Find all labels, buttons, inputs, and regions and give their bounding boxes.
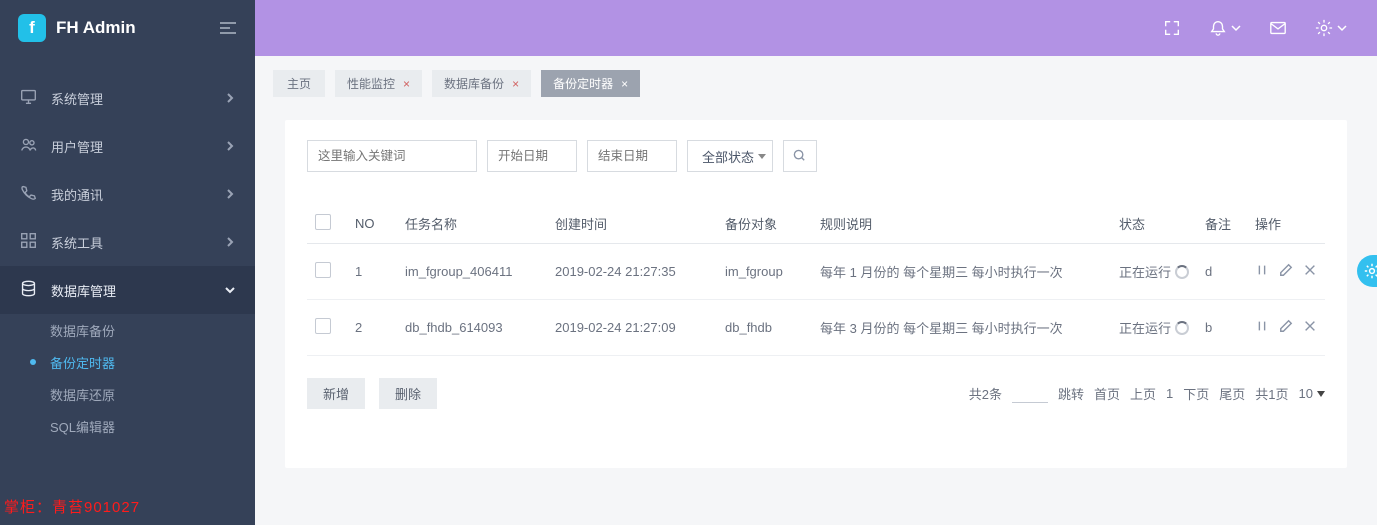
fullscreen-icon[interactable] [1163, 19, 1181, 37]
tab-home[interactable]: 主页 [273, 70, 325, 97]
chevron-right-icon [225, 139, 235, 154]
sidebar-sub-backup-timer[interactable]: 备份定时器 [0, 346, 255, 378]
content-area: 全部状态 NO 任务名称 创建时间 备份对象 规则说明 状态 [255, 102, 1377, 468]
brand: f FH Admin [0, 0, 255, 56]
chevron-down-icon [1317, 391, 1325, 397]
sidebar-item-label: 系统管理 [51, 89, 103, 108]
sidebar: f FH Admin 系统管理 用户管理 我的通讯 [0, 0, 255, 525]
pager-pages: 共1页 [1255, 384, 1288, 403]
sidebar-item-database[interactable]: 数据库管理 [0, 266, 255, 314]
delete-icon[interactable] [1303, 263, 1317, 280]
edit-icon[interactable] [1279, 263, 1293, 280]
pager-prev[interactable]: 上页 [1130, 384, 1156, 403]
search-icon [793, 149, 807, 163]
brand-title: FH Admin [56, 18, 136, 38]
col-created: 创建时间 [547, 204, 717, 244]
chevron-right-icon [225, 235, 235, 250]
sidebar-item-label: 系统工具 [51, 233, 103, 252]
filter-bar: 全部状态 [307, 140, 1325, 172]
pause-icon[interactable] [1255, 319, 1269, 336]
tasks-table: NO 任务名称 创建时间 备份对象 规则说明 状态 备注 操作 1 im_fg [307, 204, 1325, 356]
col-target: 备份对象 [717, 204, 812, 244]
settings-icon[interactable] [1315, 19, 1347, 37]
monitor-icon [20, 88, 37, 108]
database-icon [20, 280, 37, 300]
status-running: 正在运行 [1119, 262, 1189, 281]
pager-jump-input[interactable] [1012, 385, 1048, 403]
card: 全部状态 NO 任务名称 创建时间 备份对象 规则说明 状态 [285, 120, 1347, 468]
shopkeeper-label: 掌柜：青苔901027 [0, 496, 140, 517]
close-icon[interactable]: × [621, 77, 628, 91]
pause-icon[interactable] [1255, 263, 1269, 280]
pagination: 共2条 跳转 首页 上页 1 下页 尾页 共1页 10 [969, 384, 1325, 403]
brand-logo: f [18, 14, 46, 42]
sidebar-item-label: 数据库管理 [51, 281, 116, 300]
chevron-down-icon [225, 283, 235, 298]
col-remark: 备注 [1197, 204, 1247, 244]
sidebar-sub-db-restore[interactable]: 数据库还原 [0, 378, 255, 410]
delete-icon[interactable] [1303, 319, 1317, 336]
spinner-icon [1175, 265, 1189, 279]
tabs-bar: 主页 性能监控× 数据库备份× 备份定时器× [255, 56, 1377, 97]
search-button[interactable] [783, 140, 817, 172]
pager-last[interactable]: 尾页 [1219, 384, 1245, 403]
sidebar-sub-sql-editor[interactable]: SQL编辑器 [0, 410, 255, 442]
status-running: 正在运行 [1119, 318, 1189, 337]
menu-toggle-icon[interactable] [219, 21, 237, 35]
edit-icon[interactable] [1279, 319, 1293, 336]
col-task: 任务名称 [397, 204, 547, 244]
pager-next[interactable]: 下页 [1183, 384, 1209, 403]
spinner-icon [1175, 321, 1189, 335]
row-checkbox[interactable] [315, 262, 331, 278]
table-row: 2 db_fhdb_614093 2019-02-24 21:27:09 db_… [307, 300, 1325, 356]
tab-performance[interactable]: 性能监控× [335, 70, 422, 97]
sidebar-item-system[interactable]: 系统管理 [0, 74, 255, 122]
grid-icon [20, 232, 37, 252]
phone-icon [20, 184, 37, 204]
keyword-input[interactable] [307, 140, 477, 172]
pager-first[interactable]: 首页 [1094, 384, 1120, 403]
pager-pagesize[interactable]: 10 [1299, 386, 1325, 401]
sidebar-item-users[interactable]: 用户管理 [0, 122, 255, 170]
sidebar-item-label: 用户管理 [51, 137, 103, 156]
table-row: 1 im_fgroup_406411 2019-02-24 21:27:35 i… [307, 244, 1325, 300]
pager-current: 1 [1166, 386, 1173, 401]
close-icon[interactable]: × [512, 77, 519, 91]
col-no: NO [347, 204, 397, 244]
row-checkbox[interactable] [315, 318, 331, 334]
topbar [255, 0, 1377, 56]
add-button[interactable]: 新增 [307, 378, 365, 409]
chevron-right-icon [225, 91, 235, 106]
col-rule: 规则说明 [812, 204, 1111, 244]
start-date-input[interactable] [487, 140, 577, 172]
end-date-input[interactable] [587, 140, 677, 172]
col-ops: 操作 [1247, 204, 1325, 244]
col-status: 状态 [1111, 204, 1197, 244]
tab-db-backup[interactable]: 数据库备份× [432, 70, 531, 97]
mail-icon[interactable] [1269, 19, 1287, 37]
sidebar-item-label: 我的通讯 [51, 185, 103, 204]
close-icon[interactable]: × [403, 77, 410, 91]
sidebar-sub-db-backup[interactable]: 数据库备份 [0, 314, 255, 346]
chevron-down-icon [758, 154, 766, 159]
select-all-checkbox[interactable] [315, 214, 331, 230]
notification-icon[interactable] [1209, 19, 1241, 37]
sidebar-item-contacts[interactable]: 我的通讯 [0, 170, 255, 218]
chevron-right-icon [225, 187, 235, 202]
status-select[interactable]: 全部状态 [687, 140, 773, 172]
pager-total: 共2条 [969, 384, 1002, 403]
sidebar-item-tools[interactable]: 系统工具 [0, 218, 255, 266]
pager-jump[interactable]: 跳转 [1058, 384, 1084, 403]
delete-button[interactable]: 删除 [379, 378, 437, 409]
tab-backup-timer[interactable]: 备份定时器× [541, 70, 640, 97]
users-icon [20, 136, 37, 156]
